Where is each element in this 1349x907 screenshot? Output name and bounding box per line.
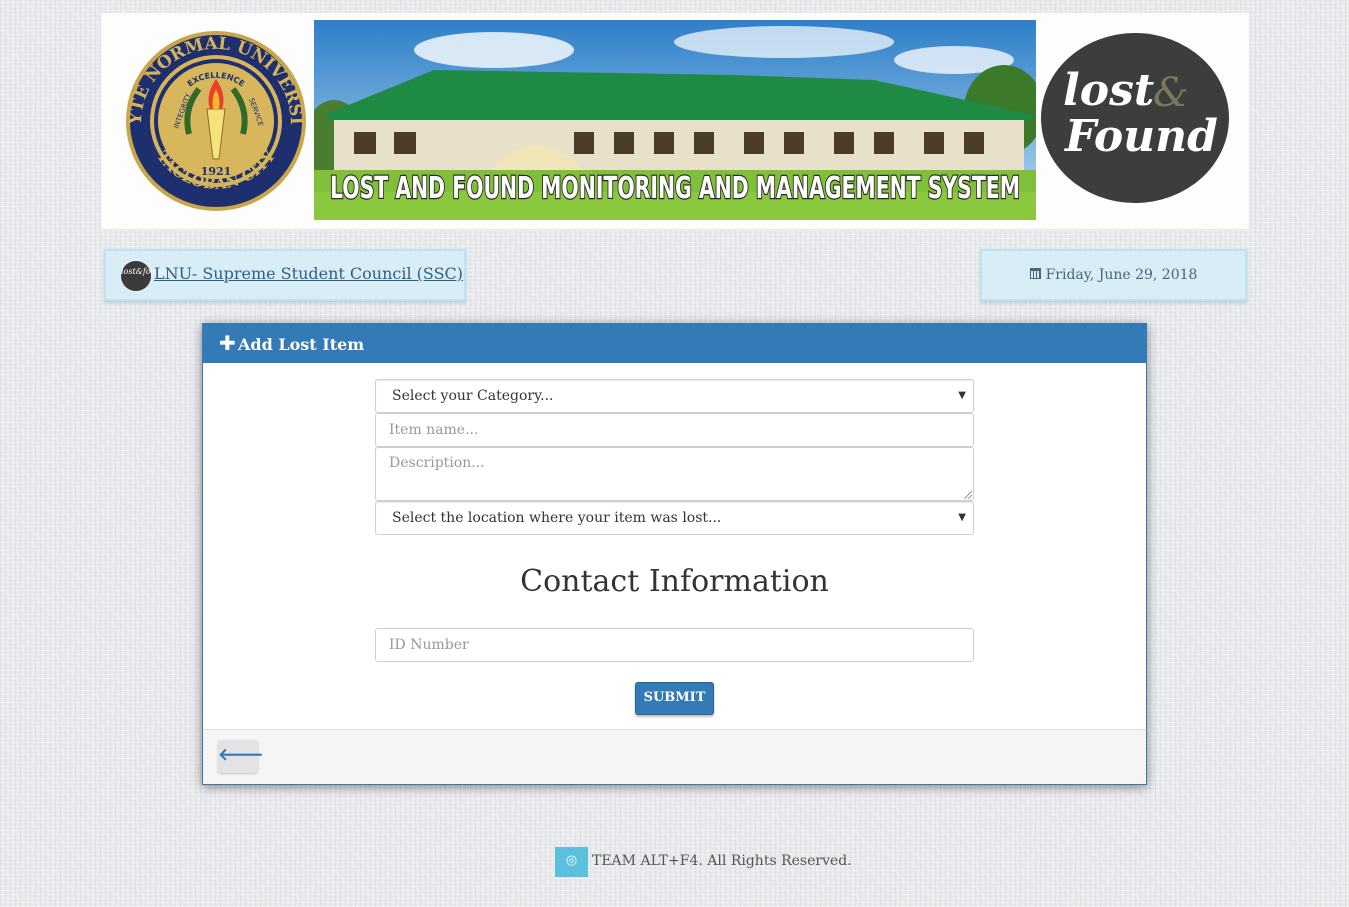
category-select[interactable]: Select your Category... ▼ xyxy=(375,379,974,413)
id-number-placeholder: ID Number xyxy=(389,637,469,653)
ssc-info-box: lost&found LNU- Supreme Student Council … xyxy=(104,249,466,301)
date-info-box: Friday, June 29, 2018 xyxy=(980,249,1247,301)
location-select[interactable]: Select the location where your item was … xyxy=(375,501,974,535)
date-display: Friday, June 29, 2018 xyxy=(982,267,1245,283)
calendar-icon xyxy=(1029,268,1041,279)
copyright-icon: ◎ xyxy=(555,847,588,877)
university-seal-logo: LEYTE NORMAL UNIVERSITY TACLOBAN CITY EX… xyxy=(121,29,306,211)
ssc-avatar: lost&found xyxy=(121,261,166,291)
contact-information-heading: Contact Information xyxy=(520,564,829,599)
banner-title: LOST AND FOUND MONITORING AND MANAGEMENT… xyxy=(330,171,1020,206)
chevron-down-icon: ▼ xyxy=(958,390,966,401)
back-button[interactable]: 🡐 xyxy=(218,740,264,773)
location-select-value: Select the location where your item was … xyxy=(392,510,722,526)
campus-building-illustration: LOST AND FOUND MONITORING AND MANAGEMENT… xyxy=(314,20,1036,220)
logo-ampersand-text: & xyxy=(1153,70,1189,116)
arrow-left-icon: 🡐 xyxy=(218,745,264,765)
plus-icon: ✚ xyxy=(219,331,236,355)
copyright-text: TEAM ALT+F4. All Rights Reserved. xyxy=(592,853,852,869)
logo-lost-text: lost xyxy=(1063,65,1155,116)
panel-footer: 🡐 xyxy=(203,729,1146,784)
submit-button[interactable]: SUBMIT xyxy=(635,682,714,715)
description-placeholder: Description... xyxy=(389,455,485,471)
logo-found-text: Found xyxy=(1065,111,1218,162)
campus-banner-image: LOST AND FOUND MONITORING AND MANAGEMENT… xyxy=(314,20,1036,220)
chevron-down-icon: ▼ xyxy=(958,512,966,523)
description-textarea[interactable]: Description... xyxy=(375,447,974,501)
item-name-input[interactable]: Item name... xyxy=(375,413,974,447)
panel-title: Add Lost Item xyxy=(238,335,365,354)
category-select-value: Select your Category... xyxy=(392,388,554,404)
ssc-link[interactable]: LNU- Supreme Student Council (SSC) xyxy=(154,264,463,283)
panel-header: ✚ Add Lost Item xyxy=(203,324,1146,363)
add-lost-item-panel: ✚ Add Lost Item Select your Category... … xyxy=(202,323,1147,785)
header-banner: LEYTE NORMAL UNIVERSITY TACLOBAN CITY EX… xyxy=(101,13,1249,229)
item-name-placeholder: Item name... xyxy=(389,422,479,438)
id-number-input[interactable]: ID Number xyxy=(375,628,974,662)
seal-year: 1921 xyxy=(201,165,232,178)
resize-grip-icon[interactable] xyxy=(964,491,972,499)
date-text: Friday, June 29, 2018 xyxy=(1045,267,1198,283)
lost-and-found-logo: lost & Found xyxy=(1041,33,1229,203)
